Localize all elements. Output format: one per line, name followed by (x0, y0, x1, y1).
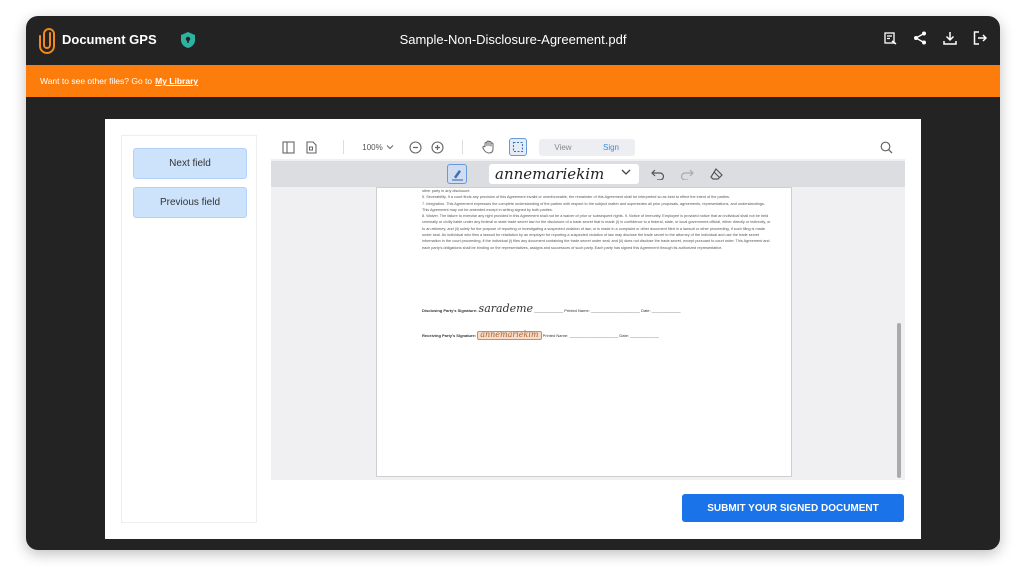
fields-icon[interactable] (882, 30, 898, 46)
sidebar-toggle-icon[interactable] (281, 140, 295, 154)
toolbar-divider (343, 140, 344, 154)
eraser-icon[interactable] (710, 167, 724, 181)
shield-icon (181, 32, 195, 48)
pan-hand-icon[interactable] (481, 140, 495, 154)
top-actions (882, 30, 988, 46)
printed-name-label: Printed Name: (564, 308, 590, 313)
toolbar-divider (462, 140, 463, 154)
chevron-down-icon (386, 145, 394, 150)
download-icon[interactable] (942, 30, 958, 46)
banner-text: Want to see other files? Go to (40, 76, 153, 86)
blank-line: ______________________ (590, 308, 640, 313)
receiving-signature-line: Receiving Party's Signature: annemarieki… (422, 330, 660, 341)
paperclip-logo-icon (39, 28, 55, 54)
zoom-in-icon[interactable] (430, 140, 444, 154)
disclosing-label: Disclosing Party's Signature: (422, 308, 478, 313)
previous-field-button[interactable]: Previous field (133, 187, 247, 218)
zoom-select[interactable]: 100% (357, 139, 399, 155)
date-label: Date: (619, 333, 629, 338)
selected-signature: annemariekim (495, 165, 605, 183)
app-title: Document GPS (62, 32, 157, 47)
search-icon[interactable] (879, 140, 893, 154)
undo-icon[interactable] (651, 167, 665, 181)
blank-line: ______________________ (569, 333, 619, 338)
signature-select[interactable]: annemariekim (489, 164, 639, 184)
document-stage: Next field Previous field 100% View Sign… (105, 119, 921, 539)
next-field-button[interactable]: Next field (133, 148, 247, 179)
document-icon[interactable] (304, 140, 318, 154)
top-bar: Document GPS Sample-Non-Disclosure-Agree… (26, 16, 1000, 65)
pdf-viewer: 100% View Sign annemariekim other party … (271, 135, 905, 480)
signature-toolbar: annemariekim (271, 161, 905, 187)
redo-icon[interactable] (680, 167, 694, 181)
view-mode-tab[interactable]: View (539, 139, 587, 156)
document-page: other party in any disclosure. 5. Severa… (376, 187, 792, 477)
view-sign-toggle: View Sign (539, 139, 635, 156)
receiving-label: Receiving Party's Signature: (422, 333, 477, 338)
submit-signed-document-button[interactable]: SUBMIT YOUR SIGNED DOCUMENT (682, 494, 904, 522)
chevron-down-icon (621, 169, 631, 175)
field-navigation-panel: Next field Previous field (121, 135, 257, 523)
page-area: other party in any disclosure. 5. Severa… (271, 187, 905, 480)
share-icon[interactable] (912, 30, 928, 46)
my-library-link[interactable]: My Library (155, 76, 198, 86)
vertical-scrollbar[interactable] (897, 323, 901, 478)
document-title: Sample-Non-Disclosure-Agreement.pdf (399, 32, 627, 47)
document-paragraph: 7. Integration. This Agreement expresses… (422, 201, 765, 212)
date-label: Date: (641, 308, 651, 313)
logout-icon[interactable] (972, 30, 988, 46)
blank-line: _____________ (651, 308, 681, 313)
blank-line: _____________ (630, 333, 660, 338)
blank-line: _____________ (534, 308, 564, 313)
disclosing-signature-line: Disclosing Party's Signature: sarademe _… (422, 303, 681, 314)
zoom-out-icon[interactable] (408, 140, 422, 154)
receiving-signature: annemariekim (480, 330, 539, 339)
document-paragraph: 8. Waiver. The failure to exercise any r… (422, 214, 771, 250)
printed-name-label: Printed Name: (542, 333, 569, 338)
library-banner: Want to see other files? Go to My Librar… (26, 65, 1000, 97)
app-window: Document GPS Sample-Non-Disclosure-Agree… (26, 16, 1000, 550)
sign-mode-tab[interactable]: Sign (587, 139, 635, 156)
viewer-toolbar: 100% View Sign (271, 135, 905, 159)
select-area-icon[interactable] (509, 138, 527, 156)
disclosing-signature: sarademe (478, 302, 534, 315)
signature-tool-icon[interactable] (447, 164, 467, 184)
zoom-value: 100% (362, 142, 383, 152)
receiving-signature-field[interactable]: annemariekim (477, 330, 542, 341)
document-paragraph: 5. Severability. If a court finds any pr… (422, 195, 731, 200)
